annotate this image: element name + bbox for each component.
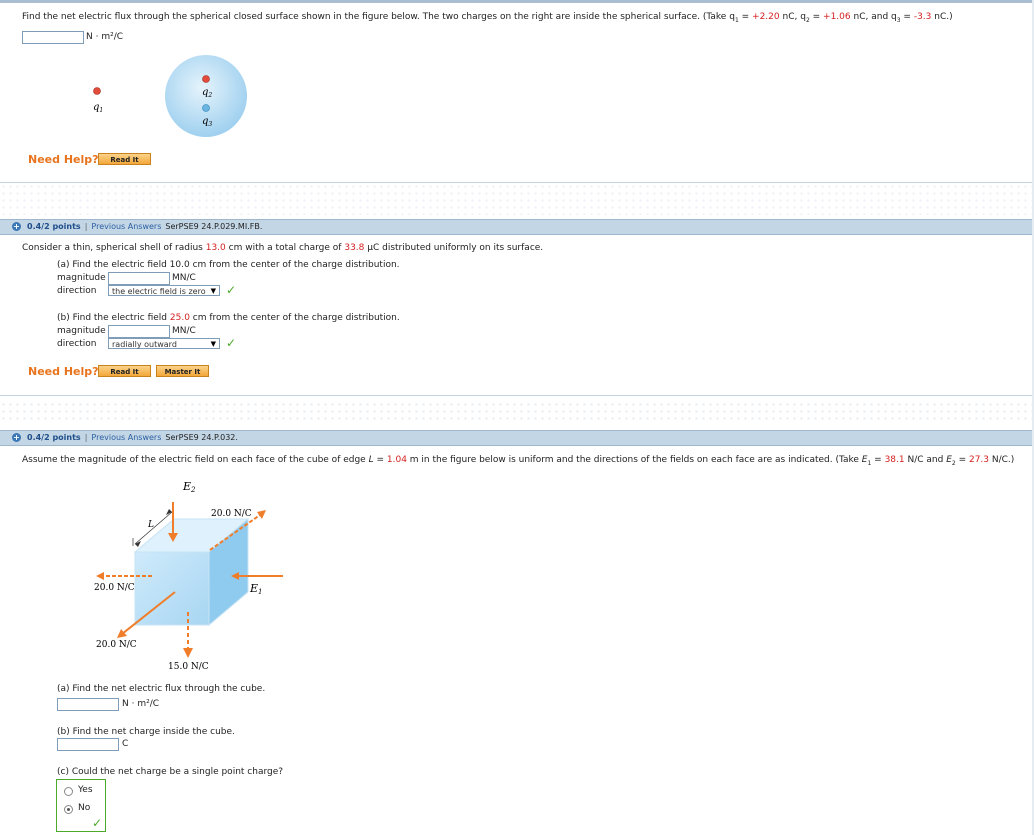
dropdown-arrow-icon: ▼ [210, 340, 216, 348]
divider [0, 395, 1034, 396]
q3-header: + 0.4/2 points | Previous Answers SerPSE9 2… [0, 430, 1034, 446]
yes-radio[interactable] [64, 787, 73, 796]
q3b-charge-input[interactable] [57, 738, 119, 751]
q2-reference: SerPSE9 24.P.029.MI.FB. [165, 222, 263, 231]
q3a-flux-input[interactable] [57, 698, 119, 711]
q3-charge [202, 104, 210, 112]
q2-charge [202, 75, 210, 83]
q2b-direction-label: direction [57, 339, 97, 349]
expand-icon[interactable]: + [12, 433, 21, 442]
read-it-button[interactable]: Read It [98, 365, 151, 377]
q2a-magnitude-input[interactable] [108, 272, 170, 285]
check-icon: ✓ [226, 283, 237, 297]
L-label: L [147, 520, 154, 530]
q3a-prompt: (a) Find the net electric flux through t… [57, 684, 266, 694]
q1-prompt: Find the net electric flux through the s… [22, 12, 953, 24]
q1-flux-input[interactable] [22, 31, 84, 44]
q2a-prompt: (a) Find the electric field 10.0 cm from… [57, 260, 400, 270]
q3-reference: SerPSE9 24.P.032. [165, 433, 238, 442]
q1-label: q1 [93, 102, 103, 114]
q3b-prompt: (b) Find the net charge inside the cube. [57, 727, 235, 737]
need-help-label: Need Help? [28, 153, 99, 166]
need-help-label: Need Help? [28, 365, 99, 378]
bottom-left-field-label: 20.0 N/C [96, 640, 137, 650]
top-right-field-label: 20.0 N/C [211, 509, 252, 519]
q2a-unit: MN/C [172, 273, 196, 283]
left-field-label: 20.0 N/C [94, 583, 135, 593]
q2b-direction-select[interactable]: radially outward ▼ [108, 338, 220, 349]
q2-previous-answers-link[interactable]: Previous Answers [91, 222, 161, 231]
E1-label: E1 [249, 582, 263, 596]
q1-charge [93, 87, 101, 95]
bottom-field-label: 15.0 N/C [168, 662, 209, 672]
expand-icon[interactable]: + [12, 222, 21, 231]
cube-figure: L E2 20.0 N/C 20.0 N/C E1 20.0 N/C 15.0 … [94, 480, 283, 672]
q3b-unit: C [122, 739, 129, 749]
q2-header: + 0.4/2 points | Previous Answers SerPSE9 2… [0, 219, 1034, 235]
master-it-button[interactable]: Master It [156, 365, 209, 377]
q3-previous-answers-link[interactable]: Previous Answers [91, 433, 161, 442]
q3a-unit: N · m²/C [122, 699, 160, 709]
q2b-magnitude-label: magnitude [57, 326, 106, 336]
q2b-magnitude-input[interactable] [108, 325, 170, 338]
no-radio[interactable] [64, 805, 73, 814]
q3c-prompt: (c) Could the net charge be a single poi… [57, 767, 284, 777]
no-label: No [78, 803, 91, 813]
top-border [0, 0, 1034, 3]
q2b-prompt: (b) Find the electric field 25.0 cm from… [57, 313, 400, 323]
q3-prompt: Assume the magnitude of the electric fie… [22, 455, 1015, 467]
q3c-answer-box: Yes No ✓ [56, 779, 106, 832]
q2b-unit: MN/C [172, 326, 196, 336]
q1-figure: q1 q2 q3 [93, 55, 247, 137]
check-icon: ✓ [226, 336, 237, 350]
q2a-direction-label: direction [57, 286, 97, 296]
q3-points: 0.4/2 points [27, 433, 81, 442]
q2a-direction-select[interactable]: the electric field is zero ▼ [108, 285, 220, 296]
read-it-button[interactable]: Read It [98, 153, 151, 165]
q1-unit: N · m²/C [86, 32, 124, 42]
q2-points: 0.4/2 points [27, 222, 81, 231]
E2-label: E2 [182, 480, 196, 494]
dotted-separator [0, 401, 1034, 423]
dotted-separator [0, 183, 1034, 215]
q2-prompt: Consider a thin, spherical shell of radi… [22, 243, 544, 253]
yes-label: Yes [78, 785, 93, 795]
q2a-magnitude-label: magnitude [57, 273, 106, 283]
dropdown-arrow-icon: ▼ [210, 287, 216, 295]
check-icon: ✓ [92, 816, 103, 830]
